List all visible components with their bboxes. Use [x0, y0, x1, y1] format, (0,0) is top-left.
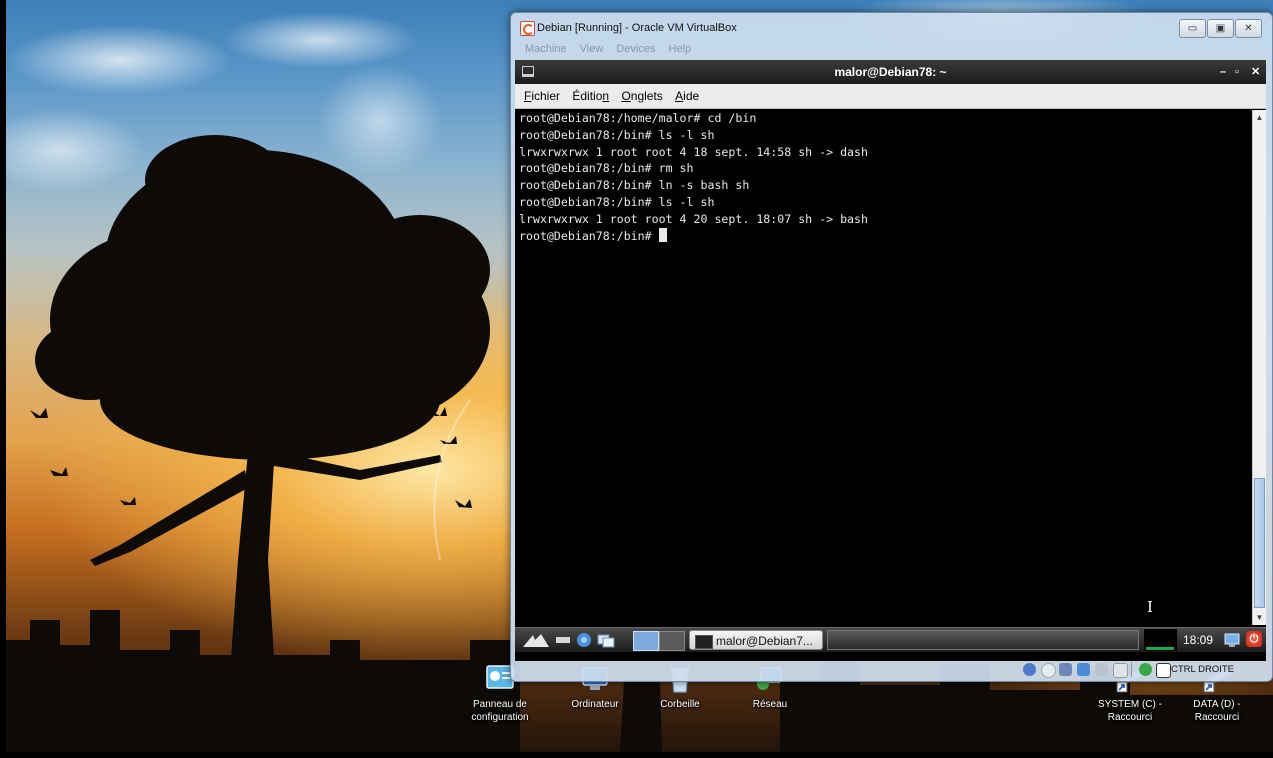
workspace-1-button[interactable]	[633, 631, 659, 651]
scrollbar-thumb[interactable]	[1254, 478, 1265, 608]
shared-folders-status-icon[interactable]	[1095, 663, 1108, 676]
vbox-statusbar: CTRL DROITE	[515, 661, 1266, 679]
statusbar-divider	[1131, 662, 1132, 677]
desktop-icon-label: Raccourci	[1194, 712, 1240, 723]
terminal-scrollbar[interactable]: ▲ ▼	[1252, 110, 1266, 625]
terminal-cursor	[658, 227, 667, 242]
terminal-line: root@Debian78:/home/malor# cd /bin	[519, 111, 757, 125]
menu-accel: n	[602, 89, 610, 103]
usb-status-icon[interactable]	[1059, 663, 1072, 676]
mouse-integration-icon[interactable]	[1139, 663, 1152, 676]
menu-fichier[interactable]: Fichier	[524, 89, 560, 103]
desktop-icon-label: Réseau	[752, 699, 788, 710]
scroll-down-icon[interactable]: ▼	[1254, 611, 1265, 624]
scroll-up-icon[interactable]: ▲	[1254, 111, 1265, 124]
show-desktop-icon[interactable]	[597, 632, 615, 648]
lock-screen-icon[interactable]	[1223, 632, 1241, 648]
terminal-line: root@Debian78:/bin# rm sh	[519, 161, 694, 176]
desktop-icon-label: SYSTEM (C) -	[1098, 699, 1162, 710]
terminal-maximize-button[interactable]: ▫	[1235, 60, 1239, 84]
taskbar-empty-area	[827, 630, 1139, 650]
menu-help[interactable]: Help	[669, 43, 692, 55]
terminal-line: lrwxrwxrwx 1 root root 4 18 sept. 14:58 …	[519, 144, 869, 159]
terminal-prompt-line[interactable]: root@Debian78:/bin#	[519, 227, 1251, 245]
guest-clock[interactable]: 18:09	[1183, 628, 1213, 652]
vbox-menubar: Machine View Devices Help	[525, 43, 701, 55]
menu-machine[interactable]: Machine	[525, 43, 567, 55]
menu-devices[interactable]: Devices	[616, 43, 655, 55]
menu-onglets[interactable]: Onglets	[621, 89, 662, 103]
terminal-menubar: Fichier Édition Onglets Aide	[515, 84, 1266, 109]
web-browser-icon[interactable]	[575, 632, 593, 648]
screen-border-left	[0, 0, 6, 758]
menu-label: Éditio	[572, 89, 603, 103]
lxde-menu-icon[interactable]	[521, 632, 551, 648]
text-cursor-ibeam-icon: I	[1147, 598, 1153, 616]
menu-label: ide	[683, 89, 700, 103]
guest-display[interactable]: malor@Debian78: ~ – ▫ ✕ Fichier Édition …	[515, 60, 1266, 661]
menu-accel: O	[621, 89, 631, 103]
menu-aide[interactable]: Aide	[675, 89, 699, 103]
terminal-launcher-icon[interactable]	[555, 632, 571, 648]
host-key-arrow-icon	[1156, 663, 1171, 678]
terminal-window-icon	[522, 66, 534, 77]
desktop-icon-label: Ordinateur	[571, 699, 619, 710]
menu-edition[interactable]: Édition	[572, 89, 609, 103]
workspace-2-button[interactable]	[659, 631, 685, 651]
terminal-minimize-button[interactable]: –	[1220, 60, 1226, 84]
terminal-line: root@Debian78:/bin# ln -s bash sh	[519, 178, 750, 193]
window-title: Debian [Running] - Oracle VM VirtualBox	[537, 22, 737, 34]
terminal-close-button[interactable]: ✕	[1251, 60, 1260, 84]
menu-label: ichier	[531, 89, 561, 103]
minimize-button[interactable]: ▭	[1179, 19, 1206, 38]
cpu-monitor	[1144, 629, 1177, 651]
screen-border-bottom	[0, 752, 1273, 758]
display-status-icon[interactable]	[1113, 663, 1128, 678]
terminal-line: root@Debian78:/bin# ls -l sh	[519, 194, 715, 209]
desktop-icon-label: DATA (D) -	[1193, 699, 1241, 710]
hard-disk-status-icon[interactable]	[1023, 663, 1036, 676]
taskbar-item-terminal[interactable]: malor@Debian7...	[689, 630, 823, 650]
power-icon[interactable]: ⏻	[1246, 631, 1262, 647]
menu-view[interactable]: View	[580, 43, 604, 55]
terminal-prompt: root@Debian78:/bin#	[519, 228, 659, 243]
menu-label: nglets	[630, 89, 663, 103]
menu-accel: A	[675, 89, 684, 103]
virtualbox-window[interactable]: Debian [Running] - Oracle VM VirtualBox …	[510, 12, 1273, 682]
network-status-icon[interactable]	[1077, 663, 1090, 676]
guest-taskbar: malor@Debian7... 18:09 ⏻	[515, 627, 1266, 652]
desktop-icon-label: Corbeille	[660, 699, 700, 710]
desktop-icon-label: Panneau de	[473, 699, 527, 710]
virtualbox-logo-icon	[520, 21, 535, 36]
terminal-output[interactable]: root@Debian78:/home/malor# cd /bin root@D…	[517, 110, 1251, 625]
terminal-titlebar[interactable]: malor@Debian78: ~ – ▫ ✕	[515, 60, 1266, 84]
desktop-icon-label: Raccourci	[1107, 712, 1153, 723]
optical-drive-status-icon[interactable]	[1041, 663, 1056, 678]
restore-button[interactable]: ▣	[1207, 19, 1234, 38]
desktop-icon-label: configuration	[471, 712, 529, 723]
terminal-window-title: malor@Debian78: ~	[834, 65, 947, 79]
terminal-icon	[695, 635, 713, 649]
close-button[interactable]: ✕	[1235, 19, 1262, 38]
taskbar-item-label: malor@Debian7...	[716, 634, 813, 648]
terminal-line: lrwxrwxrwx 1 root root 4 20 sept. 18:07 …	[519, 211, 869, 226]
terminal-line: root@Debian78:/bin# ls -l sh	[519, 127, 715, 142]
host-key-label: CTRL DROITE	[1171, 664, 1234, 675]
